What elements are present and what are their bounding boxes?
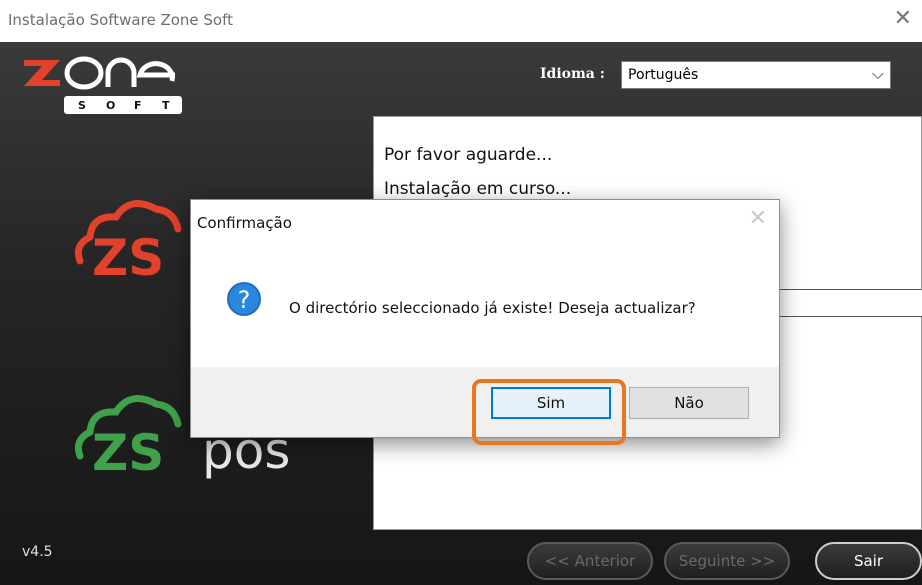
- language-value: Português: [628, 67, 699, 83]
- svg-text:S: S: [78, 99, 86, 112]
- zone-soft-logo: SOFT: [24, 56, 182, 114]
- install-progress-bar: [772, 289, 922, 317]
- status-line-wait: Por favor aguarde...: [384, 145, 553, 165]
- window-close-button[interactable]: ✕: [894, 6, 912, 31]
- no-button[interactable]: Não: [629, 387, 749, 419]
- dialog-title: Confirmação: [197, 214, 292, 232]
- window-title: Instalação Software Zone Soft: [8, 11, 234, 29]
- language-select[interactable]: Português ⌵: [621, 61, 891, 89]
- zs-cloud-logo: ZS: [74, 200, 182, 287]
- language-label: Idioma :: [540, 66, 605, 82]
- next-button[interactable]: Seguinte >>: [664, 542, 790, 580]
- dialog-message: O directório seleccionado já existe! Des…: [289, 299, 696, 317]
- window-titlebar: Instalação Software Zone Soft ✕: [0, 0, 922, 42]
- svg-text:ZS: ZS: [92, 229, 164, 287]
- highlight-box: [472, 379, 626, 445]
- chevron-down-icon: ⌵: [871, 64, 884, 83]
- previous-button[interactable]: << Anterior: [527, 542, 653, 580]
- svg-text:O: O: [106, 99, 115, 112]
- dialog-close-icon[interactable]: ✕: [749, 206, 767, 231]
- status-line-installing: Instalação em curso...: [384, 179, 572, 199]
- svg-text:?: ?: [238, 286, 251, 314]
- svg-text:ZS: ZS: [92, 424, 164, 482]
- question-icon: ?: [227, 282, 261, 316]
- svg-text:F: F: [134, 99, 142, 112]
- svg-text:T: T: [162, 99, 170, 112]
- exit-button[interactable]: Sair: [815, 542, 922, 580]
- version-label: v4.5: [22, 544, 53, 560]
